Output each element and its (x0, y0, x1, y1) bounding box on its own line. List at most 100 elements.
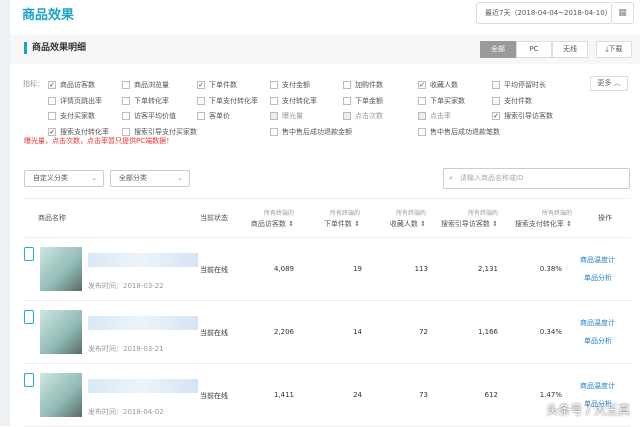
checkbox-icon (270, 112, 278, 120)
product-thumbnail[interactable] (40, 310, 82, 354)
metric-checkbox[interactable]: 下单支付转化率 (197, 96, 258, 106)
checkbox-icon: ✓ (492, 112, 500, 120)
search-visitors: 2,131 (477, 265, 498, 273)
status: 当前在线 (200, 266, 228, 274)
table-row: 发布时间：2018-04-02 当前在线 1,411 24 73 612 1.4… (24, 365, 630, 427)
product-title-blurred[interactable] (88, 316, 198, 330)
checkbox-icon (270, 127, 278, 136)
metric-checkbox[interactable]: 支付买家数 (48, 111, 95, 121)
checkbox-icon (418, 96, 426, 105)
metric-checkbox[interactable]: 下单转化率 (122, 96, 169, 106)
search-icon: ⌕ (449, 174, 453, 182)
product-title-blurred[interactable] (88, 253, 198, 267)
analysis-link[interactable]: 单品分析 (584, 273, 612, 283)
orders: 24 (353, 391, 362, 399)
temperature-link[interactable]: 商品温度计 (580, 255, 615, 265)
product-title-blurred[interactable] (88, 379, 198, 393)
orders: 14 (353, 328, 362, 336)
search-conv: 1.47% (539, 391, 562, 399)
metric-checkbox[interactable]: ✓ 商品访客数 (48, 80, 95, 90)
tab-pc[interactable]: PC (516, 41, 552, 58)
temperature-link[interactable]: 商品温度计 (580, 318, 615, 328)
metric-checkbox[interactable]: ✓ 下单件数 (197, 80, 237, 90)
metric-checkbox[interactable]: 商品浏览量 (122, 80, 169, 90)
col-status: 当前状态 (200, 214, 228, 222)
checkbox-icon (270, 81, 278, 89)
page-title: 商品效果 (22, 8, 75, 23)
watermark: 头条号 / 大王真 (546, 403, 630, 417)
status: 当前在线 (200, 329, 228, 337)
metric-checkbox[interactable]: 下单买家数 (418, 96, 465, 106)
col-name: 商品名称 (38, 214, 66, 222)
more-button[interactable]: 更多 ︿ (590, 76, 628, 91)
metric-checkbox[interactable]: 曝光量 (270, 111, 303, 121)
chevron-down-icon: ⌄ (177, 174, 183, 182)
metric-checkbox[interactable]: 点击次数 (343, 111, 383, 121)
favorites: 72 (419, 328, 428, 336)
checkbox-icon (122, 81, 130, 89)
checkbox-icon: ✓ (48, 81, 56, 89)
temperature-link[interactable]: 商品温度计 (580, 381, 615, 391)
checkbox-icon (122, 127, 130, 136)
tab-all[interactable]: 全部 (480, 41, 516, 58)
metric-checkbox[interactable]: 访客平均价值 (122, 111, 176, 121)
metric-checkbox[interactable]: 支付金额 (270, 80, 310, 90)
product-thumbnail[interactable] (40, 373, 82, 417)
metric-checkbox[interactable]: 点击率 (418, 111, 451, 121)
table-header: 商品名称 当前状态 所有终端的 商品访客数 ⇕ 所有终端的 下单件数 ⇕ 所有终端的… (24, 198, 630, 238)
metric-checkbox[interactable]: ✓ 收藏人数 (418, 80, 458, 90)
metric-checkbox[interactable]: 支付转化率 (270, 96, 317, 106)
tab-wireless[interactable]: 无线 (552, 41, 588, 58)
metric-checkbox[interactable]: 平均停留时长 (492, 80, 546, 90)
metric-checkbox[interactable]: 客单价 (197, 111, 230, 121)
metric-checkbox[interactable]: ✓ 搜索支付转化率 (48, 127, 109, 137)
publish-time: 发布时间：2018-03-22 (88, 282, 164, 290)
date-range-picker[interactable]: 最近7天（2018-04-04~2018-04-10） (476, 2, 612, 24)
checkbox-icon (48, 96, 56, 105)
metric-checkbox[interactable]: 售中售后成功退款金额 (270, 127, 352, 137)
checkbox-icon (492, 81, 500, 89)
checkbox-icon (492, 96, 500, 105)
checkbox-icon (122, 112, 130, 120)
checkbox-icon (197, 112, 205, 120)
status: 当前在线 (200, 392, 228, 400)
publish-time: 发布时间：2018-03-21 (88, 345, 164, 353)
metric-checkbox[interactable]: 加购件数 (343, 80, 383, 90)
col-search-conv[interactable]: 所有终端的 搜索支付转化率 ⇕ (515, 208, 572, 230)
all-category-select[interactable]: 全部分类 ⌄ (110, 170, 190, 187)
favorites: 73 (419, 391, 428, 399)
checkbox-icon: ✓ (418, 81, 426, 89)
checkbox-icon (343, 96, 351, 105)
metric-checkbox[interactable]: ✓ 搜索引导访客数 (492, 111, 553, 121)
metric-checkbox[interactable]: 支付件数 (492, 96, 532, 106)
checkbox-icon: ✓ (197, 81, 205, 89)
col-orders[interactable]: 所有终端的 下单件数 ⇕ (324, 208, 360, 230)
chevron-up-icon: ︿ (613, 79, 621, 87)
publish-time: 发布时间：2018-04-02 (88, 408, 164, 416)
table-row: 发布时间：2018-03-21 当前在线 2,206 14 72 1,166 0… (24, 302, 630, 364)
download-button[interactable]: ⤓下载 (596, 41, 632, 58)
mobile-icon (24, 310, 34, 324)
checkbox-icon (418, 112, 426, 120)
metric-checkbox[interactable]: 售中售后成功退款笔数 (418, 127, 500, 137)
col-favorites[interactable]: 所有终端的 收藏人数 ⇕ (390, 208, 426, 230)
warning-text: 曝光量，点击次数，点击率暂只提供PC端数据！ (24, 137, 174, 145)
metric-checkbox[interactable]: 详情页跳出率 (48, 96, 102, 106)
product-thumbnail[interactable] (40, 247, 82, 291)
metric-checkbox[interactable]: 下单金额 (343, 96, 383, 106)
metric-checkbox[interactable]: 搜索引导支付买家数 (122, 127, 197, 137)
metrics-label: 指标： (23, 80, 44, 88)
col-search-visitors[interactable]: 所有终端的 搜索引导访客数 ⇕ (441, 208, 498, 230)
search-conv: 0.34% (539, 328, 562, 336)
custom-category-select[interactable]: 自定义分类 ⌄ (24, 170, 104, 187)
mobile-icon (24, 247, 34, 261)
search-visitors: 1,166 (477, 328, 498, 336)
search-conv: 0.38% (539, 265, 562, 273)
calendar-icon[interactable]: ▦ (612, 2, 634, 24)
col-visitors[interactable]: 所有终端的 商品访客数 ⇕ (251, 208, 294, 230)
search-input[interactable]: ⌕ 请输入商品名称或ID (443, 168, 630, 189)
left-strip (0, 0, 10, 426)
checkbox-icon (122, 96, 130, 105)
analysis-link[interactable]: 单品分析 (584, 336, 612, 346)
checkbox-icon (197, 96, 205, 105)
